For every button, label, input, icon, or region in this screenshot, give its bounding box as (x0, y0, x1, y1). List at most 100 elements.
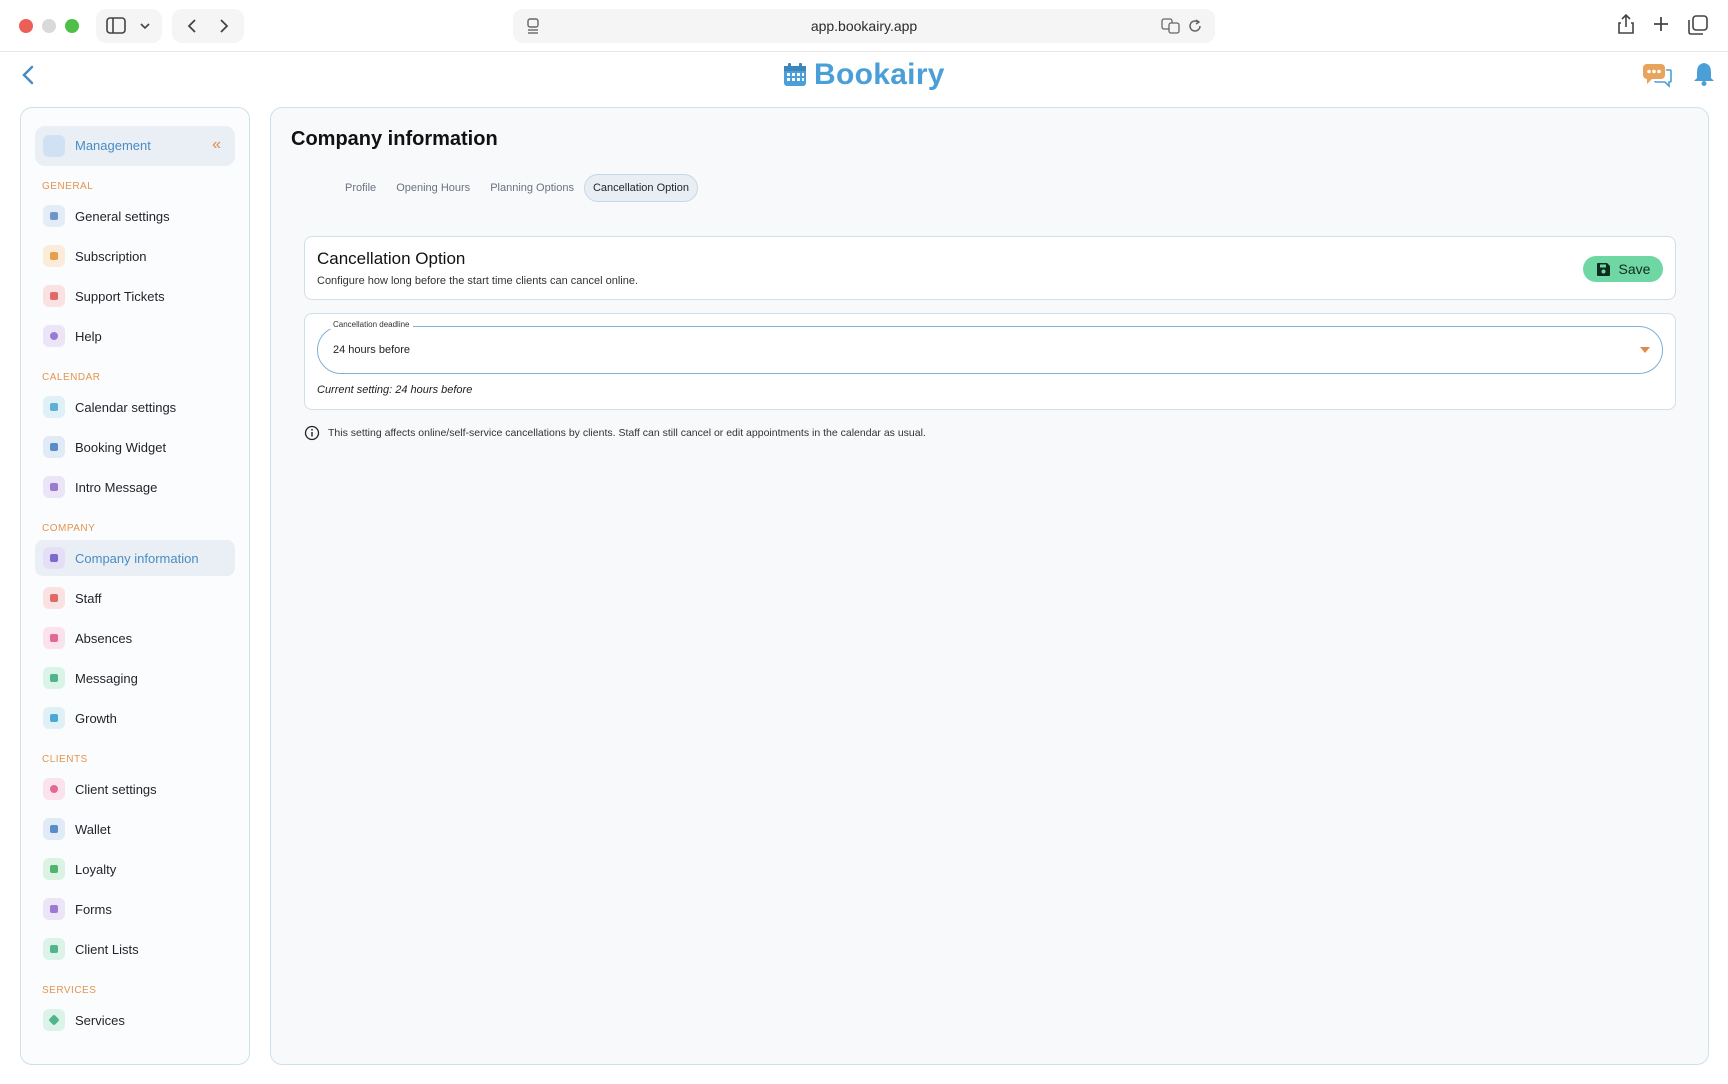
chat-bubble-icon (43, 667, 65, 689)
management-label: Management (75, 138, 151, 153)
collapse-sidebar-icon[interactable]: « (212, 136, 221, 154)
section-general: GENERAL (42, 181, 94, 192)
sidebar: Management « GENERAL General settings Su… (20, 107, 250, 1065)
share-icon[interactable] (1617, 13, 1635, 35)
cancellation-header-card: Cancellation Option Configure how long b… (304, 236, 1676, 300)
tab-bar: Profile Opening Hours Planning Options C… (335, 173, 698, 203)
sidebar-item-label: Calendar settings (75, 400, 177, 415)
sidebar-item-label: Growth (75, 711, 117, 726)
sidebar-item-client-settings[interactable]: Client settings (35, 771, 235, 807)
management-header[interactable]: Management « (35, 126, 235, 166)
address-bar[interactable]: app.bookairy.app (513, 9, 1215, 43)
tag-icon (43, 858, 65, 880)
history-nav (172, 9, 244, 43)
new-tab-icon[interactable] (1652, 15, 1670, 33)
sidebar-item-label: Subscription (75, 249, 147, 264)
back-arrow-icon[interactable] (18, 62, 40, 88)
sidebar-item-messaging[interactable]: Messaging (35, 660, 235, 696)
floppy-disk-icon (1596, 262, 1610, 276)
widget-icon (43, 436, 65, 458)
sidebar-item-label: Company information (75, 551, 199, 566)
users-icon (43, 587, 65, 609)
app-header: Bookairy (0, 52, 1728, 100)
minimize-window-button[interactable] (42, 19, 56, 33)
sidebar-item-label: Wallet (75, 822, 111, 837)
section-services: SERVICES (42, 985, 97, 996)
sidebar-item-label: Loyalty (75, 862, 117, 877)
sidebar-item-label: Help (75, 329, 102, 344)
sidebar-item-absences[interactable]: Absences (35, 620, 235, 656)
sidebar-item-client-lists[interactable]: Client Lists (35, 931, 235, 967)
sidebar-item-label: Services (75, 1013, 125, 1028)
close-window-button[interactable] (19, 19, 33, 33)
sidebar-item-general-settings[interactable]: General settings (35, 198, 235, 234)
gear-icon (43, 135, 65, 157)
current-setting-text: Current setting: 24 hours before (317, 384, 473, 396)
reload-icon[interactable] (1187, 17, 1203, 35)
sidebar-item-label: Client Lists (75, 942, 139, 957)
sidebar-item-label: Booking Widget (75, 440, 167, 455)
deadline-card: Cancellation deadline 24 hours before Cu… (304, 313, 1676, 410)
help-icon (43, 325, 65, 347)
notification-bell-icon[interactable] (1693, 61, 1715, 87)
translate-icon[interactable] (1161, 17, 1181, 35)
sidebar-item-label: Staff (75, 591, 102, 606)
chat-icon[interactable] (1642, 62, 1672, 88)
chevron-down-icon (140, 23, 150, 30)
url-text: app.bookairy.app (810, 18, 918, 34)
document-icon (43, 898, 65, 920)
building-icon (43, 547, 65, 569)
tab-cancellation-option[interactable]: Cancellation Option (583, 174, 698, 202)
badge-icon (43, 245, 65, 267)
sidebar-item-calendar-settings[interactable]: Calendar settings (35, 389, 235, 425)
cancellation-deadline-select[interactable]: Cancellation deadline 24 hours before (317, 320, 1663, 374)
sidebar-item-subscription[interactable]: Subscription (35, 238, 235, 274)
sidebar-item-forms[interactable]: Forms (35, 891, 235, 927)
section-company: COMPANY (42, 523, 96, 534)
calendar-icon (43, 396, 65, 418)
tab-planning-options[interactable]: Planning Options (480, 174, 584, 202)
wallet-icon (43, 818, 65, 840)
main-panel: Company information Profile Opening Hour… (270, 107, 1709, 1065)
message-icon (43, 476, 65, 498)
sidebar-item-services[interactable]: Services (35, 1002, 235, 1038)
sidebar-item-support-tickets[interactable]: Support Tickets (35, 278, 235, 314)
sidebar-item-booking-widget[interactable]: Booking Widget (35, 429, 235, 465)
sidebar-item-intro-message[interactable]: Intro Message (35, 469, 235, 505)
select-label: Cancellation deadline (330, 320, 413, 329)
calendar-off-icon (43, 627, 65, 649)
section-clients: CLIENTS (42, 754, 88, 765)
sidebar-item-wallet[interactable]: Wallet (35, 811, 235, 847)
sidebar-item-company-information[interactable]: Company information (35, 540, 235, 576)
tab-profile[interactable]: Profile (335, 174, 386, 202)
tab-opening-hours[interactable]: Opening Hours (386, 174, 480, 202)
sidebar-item-loyalty[interactable]: Loyalty (35, 851, 235, 887)
section-calendar: CALENDAR (42, 372, 101, 383)
zoom-window-button[interactable] (65, 19, 79, 33)
forward-icon[interactable] (219, 18, 229, 34)
user-icon (43, 778, 65, 800)
sidebar-item-label: Client settings (75, 782, 157, 797)
tab-overview-icon[interactable] (1688, 15, 1708, 35)
info-icon (304, 425, 320, 441)
browser-toolbar: app.bookairy.app (0, 0, 1728, 52)
save-button[interactable]: Save (1583, 256, 1663, 282)
sidebar-item-label: Support Tickets (75, 289, 165, 304)
sidebar-item-staff[interactable]: Staff (35, 580, 235, 616)
save-label: Save (1618, 261, 1651, 277)
info-note: This setting affects online/self-service… (304, 425, 926, 441)
trend-up-icon (43, 707, 65, 729)
calendar-logo-icon (784, 63, 806, 86)
sidebar-item-label: Intro Message (75, 480, 158, 495)
back-icon[interactable] (187, 18, 197, 34)
card-description: Configure how long before the start time… (317, 275, 639, 287)
sidebar-item-growth[interactable]: Growth (35, 700, 235, 736)
sidebar-item-help[interactable]: Help (35, 318, 235, 354)
diamond-icon (43, 1009, 65, 1031)
sidebar-toggle-button[interactable] (96, 9, 162, 43)
list-icon (43, 938, 65, 960)
headset-icon (43, 285, 65, 307)
sidebar-icon (106, 17, 126, 34)
brand-name: Bookairy (814, 58, 945, 91)
caret-down-icon (1640, 347, 1650, 353)
